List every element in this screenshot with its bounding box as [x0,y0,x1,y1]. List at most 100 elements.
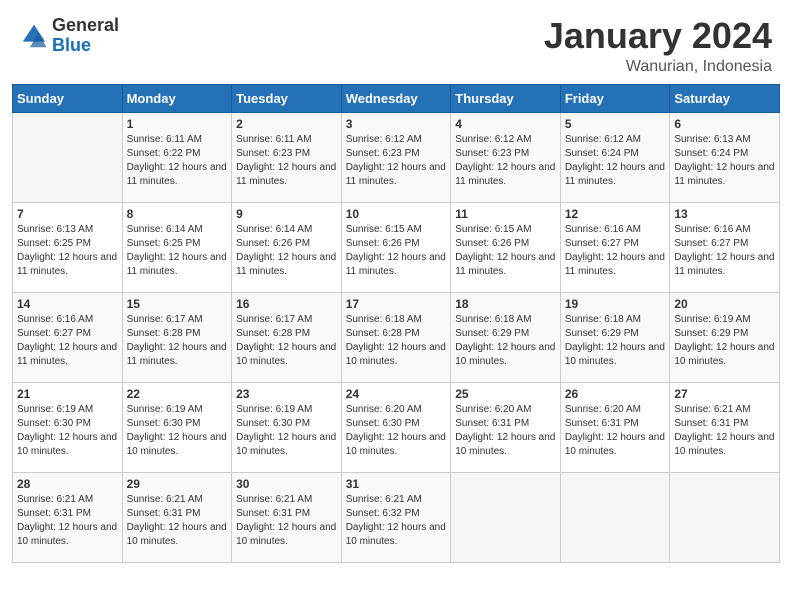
day-info: Sunrise: 6:17 AM Sunset: 6:28 PM Dayligh… [236,313,337,369]
calendar: SundayMondayTuesdayWednesdayThursdayFrid… [0,84,792,612]
calendar-cell: 15 Sunrise: 6:17 AM Sunset: 6:28 PM Dayli… [122,292,232,382]
day-number: 22 [127,387,228,401]
logo-text: General Blue [52,16,119,56]
day-info: Sunrise: 6:20 AM Sunset: 6:30 PM Dayligh… [346,403,447,459]
calendar-week-row: 21 Sunrise: 6:19 AM Sunset: 6:30 PM Dayli… [13,382,780,472]
day-number: 24 [346,387,447,401]
location-title: Wanurian, Indonesia [544,58,772,76]
header: General Blue January 2024 Wanurian, Indo… [0,0,792,84]
day-info: Sunrise: 6:14 AM Sunset: 6:26 PM Dayligh… [236,223,337,279]
day-info: Sunrise: 6:17 AM Sunset: 6:28 PM Dayligh… [127,313,228,369]
day-info: Sunrise: 6:19 AM Sunset: 6:30 PM Dayligh… [17,403,118,459]
day-number: 27 [674,387,775,401]
day-info: Sunrise: 6:21 AM Sunset: 6:32 PM Dayligh… [346,493,447,549]
day-info: Sunrise: 6:19 AM Sunset: 6:29 PM Dayligh… [674,313,775,369]
calendar-week-row: 7 Sunrise: 6:13 AM Sunset: 6:25 PM Daylig… [13,202,780,292]
calendar-cell: 12Sunrise: 6:16 AM Sunset: 6:27 PM Dayli… [560,202,670,292]
day-number: 1 [127,117,228,131]
day-number: 10 [346,207,447,221]
calendar-cell: 9 Sunrise: 6:14 AM Sunset: 6:26 PM Daylig… [232,202,342,292]
calendar-cell: 5Sunrise: 6:12 AM Sunset: 6:24 PM Daylig… [560,112,670,202]
day-info: Sunrise: 6:18 AM Sunset: 6:29 PM Dayligh… [455,313,556,369]
calendar-cell: 2Sunrise: 6:11 AM Sunset: 6:23 PM Daylig… [232,112,342,202]
day-info: Sunrise: 6:15 AM Sunset: 6:26 PM Dayligh… [346,223,447,279]
day-info: Sunrise: 6:14 AM Sunset: 6:25 PM Dayligh… [127,223,228,279]
calendar-day-header: Monday [122,84,232,112]
day-number: 6 [674,117,775,131]
day-info: Sunrise: 6:16 AM Sunset: 6:27 PM Dayligh… [674,223,775,279]
day-info: Sunrise: 6:16 AM Sunset: 6:27 PM Dayligh… [17,313,118,369]
day-number: 21 [17,387,118,401]
day-number: 16 [236,297,337,311]
calendar-header-row: SundayMondayTuesdayWednesdayThursdayFrid… [13,84,780,112]
page: General Blue January 2024 Wanurian, Indo… [0,0,792,612]
day-info: Sunrise: 6:21 AM Sunset: 6:31 PM Dayligh… [674,403,775,459]
day-info: Sunrise: 6:19 AM Sunset: 6:30 PM Dayligh… [127,403,228,459]
calendar-cell: 3 Sunrise: 6:12 AM Sunset: 6:23 PM Daylig… [341,112,451,202]
calendar-cell: 4 Sunrise: 6:12 AM Sunset: 6:23 PM Daylig… [451,112,561,202]
day-number: 20 [674,297,775,311]
day-number: 19 [565,297,666,311]
calendar-cell: 19Sunrise: 6:18 AM Sunset: 6:29 PM Dayli… [560,292,670,382]
calendar-day-header: Tuesday [232,84,342,112]
day-number: 4 [455,117,556,131]
calendar-cell: 10 Sunrise: 6:15 AM Sunset: 6:26 PM Dayli… [341,202,451,292]
calendar-cell: 27 Sunrise: 6:21 AM Sunset: 6:31 PM Dayli… [670,382,780,472]
calendar-table: SundayMondayTuesdayWednesdayThursdayFrid… [12,84,780,563]
day-info: Sunrise: 6:13 AM Sunset: 6:25 PM Dayligh… [17,223,118,279]
calendar-cell: 13 Sunrise: 6:16 AM Sunset: 6:27 PM Dayli… [670,202,780,292]
day-number: 14 [17,297,118,311]
calendar-cell: 31 Sunrise: 6:21 AM Sunset: 6:32 PM Dayli… [341,472,451,562]
calendar-cell: 14 Sunrise: 6:16 AM Sunset: 6:27 PM Dayli… [13,292,123,382]
calendar-cell: 21 Sunrise: 6:19 AM Sunset: 6:30 PM Dayli… [13,382,123,472]
day-number: 31 [346,477,447,491]
day-number: 9 [236,207,337,221]
calendar-cell: 6 Sunrise: 6:13 AM Sunset: 6:24 PM Daylig… [670,112,780,202]
calendar-day-header: Saturday [670,84,780,112]
day-info: Sunrise: 6:12 AM Sunset: 6:23 PM Dayligh… [455,133,556,189]
day-number: 3 [346,117,447,131]
day-number: 29 [127,477,228,491]
calendar-day-header: Sunday [13,84,123,112]
calendar-cell: 11 Sunrise: 6:15 AM Sunset: 6:26 PM Dayli… [451,202,561,292]
calendar-cell: 1 Sunrise: 6:11 AM Sunset: 6:22 PM Daylig… [122,112,232,202]
day-number: 25 [455,387,556,401]
day-number: 15 [127,297,228,311]
day-info: Sunrise: 6:19 AM Sunset: 6:30 PM Dayligh… [236,403,337,459]
day-number: 18 [455,297,556,311]
calendar-cell: 28Sunrise: 6:21 AM Sunset: 6:31 PM Dayli… [13,472,123,562]
calendar-week-row: 14 Sunrise: 6:16 AM Sunset: 6:27 PM Dayli… [13,292,780,382]
day-info: Sunrise: 6:21 AM Sunset: 6:31 PM Dayligh… [17,493,118,549]
day-number: 11 [455,207,556,221]
day-info: Sunrise: 6:15 AM Sunset: 6:26 PM Dayligh… [455,223,556,279]
day-number: 30 [236,477,337,491]
day-number: 13 [674,207,775,221]
calendar-cell: 20 Sunrise: 6:19 AM Sunset: 6:29 PM Dayli… [670,292,780,382]
day-number: 5 [565,117,666,131]
calendar-cell: 7 Sunrise: 6:13 AM Sunset: 6:25 PM Daylig… [13,202,123,292]
calendar-cell: 23 Sunrise: 6:19 AM Sunset: 6:30 PM Dayli… [232,382,342,472]
day-info: Sunrise: 6:20 AM Sunset: 6:31 PM Dayligh… [455,403,556,459]
month-title: January 2024 [544,16,772,56]
calendar-cell: 22 Sunrise: 6:19 AM Sunset: 6:30 PM Dayli… [122,382,232,472]
day-info: Sunrise: 6:13 AM Sunset: 6:24 PM Dayligh… [674,133,775,189]
calendar-day-header: Friday [560,84,670,112]
day-number: 23 [236,387,337,401]
calendar-cell: 30Sunrise: 6:21 AM Sunset: 6:31 PM Dayli… [232,472,342,562]
calendar-cell: 8 Sunrise: 6:14 AM Sunset: 6:25 PM Daylig… [122,202,232,292]
day-info: Sunrise: 6:11 AM Sunset: 6:22 PM Dayligh… [127,133,228,189]
logo: General Blue [20,16,119,56]
day-number: 8 [127,207,228,221]
day-number: 7 [17,207,118,221]
day-number: 26 [565,387,666,401]
day-number: 2 [236,117,337,131]
calendar-cell [670,472,780,562]
day-info: Sunrise: 6:12 AM Sunset: 6:23 PM Dayligh… [346,133,447,189]
calendar-cell: 24 Sunrise: 6:20 AM Sunset: 6:30 PM Dayli… [341,382,451,472]
calendar-cell [451,472,561,562]
logo-icon [20,22,48,50]
calendar-week-row: 1 Sunrise: 6:11 AM Sunset: 6:22 PM Daylig… [13,112,780,202]
day-info: Sunrise: 6:21 AM Sunset: 6:31 PM Dayligh… [127,493,228,549]
day-info: Sunrise: 6:16 AM Sunset: 6:27 PM Dayligh… [565,223,666,279]
calendar-cell: 16 Sunrise: 6:17 AM Sunset: 6:28 PM Dayli… [232,292,342,382]
